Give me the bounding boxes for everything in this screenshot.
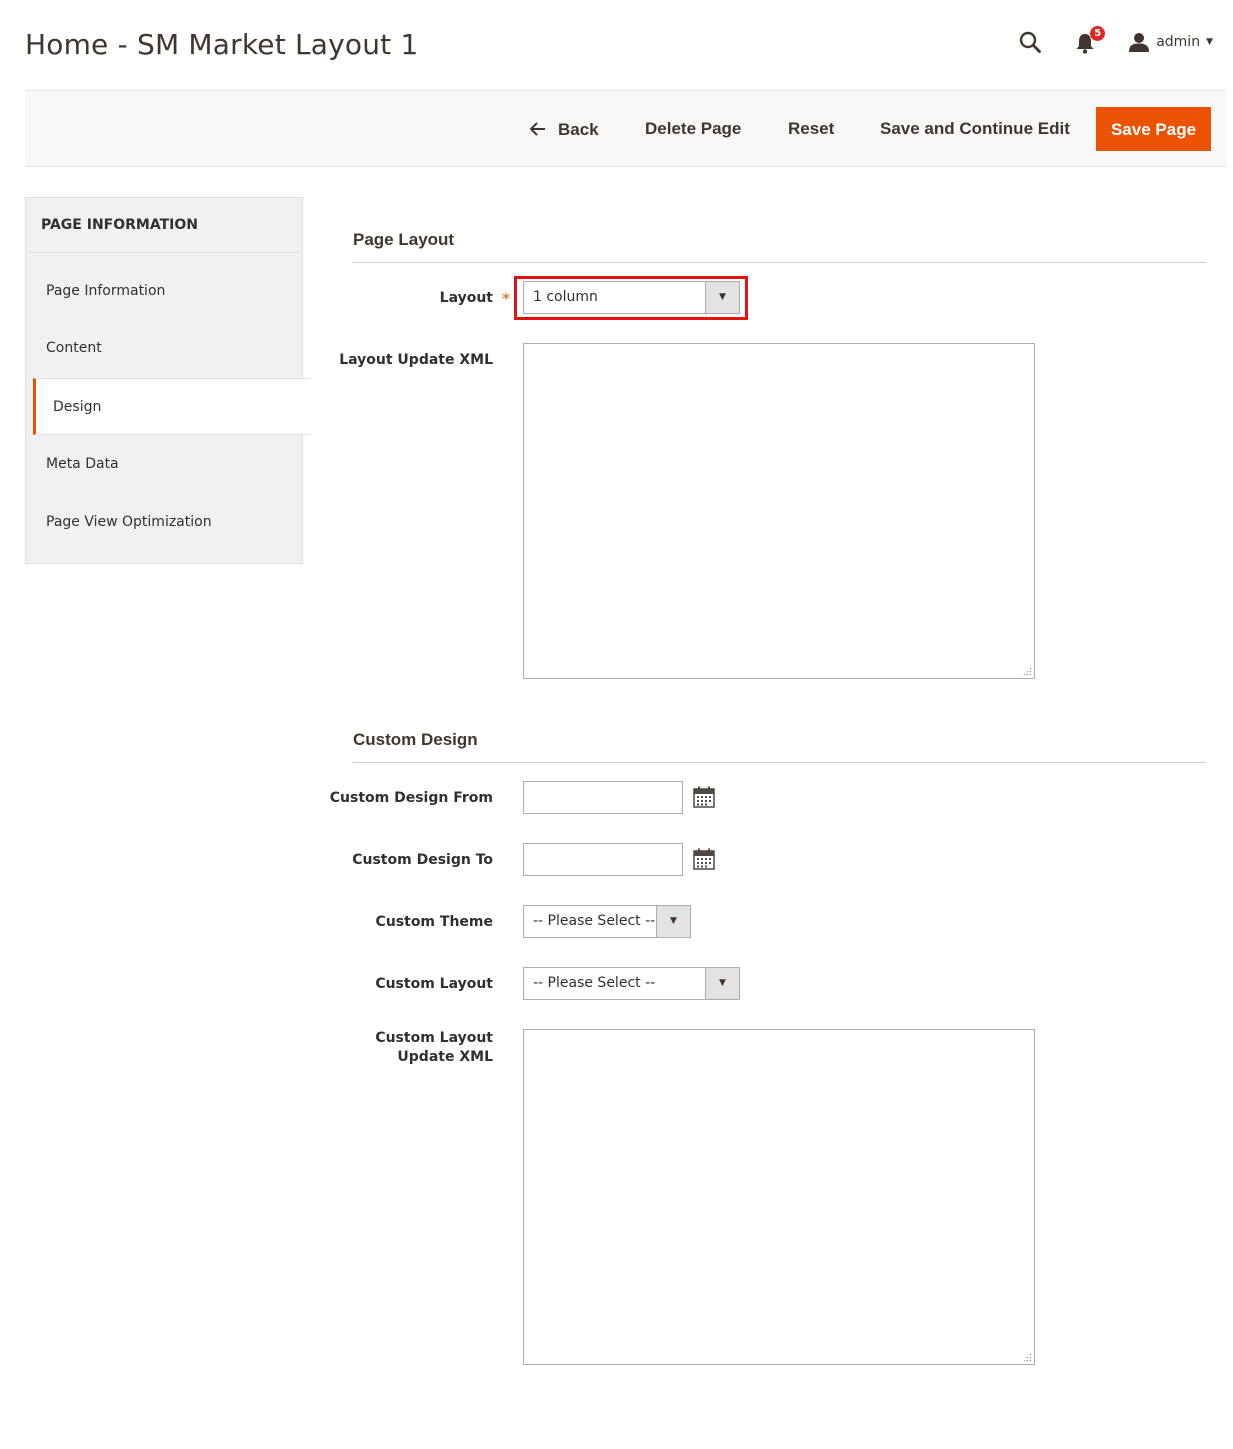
sidebar-item-page-view-optimization[interactable]: Page View Optimization [26,494,302,551]
required-asterisk: * [502,289,510,308]
section-divider [353,262,1206,263]
sidebar-item-page-information[interactable]: Page Information [26,263,302,320]
resize-grip-icon[interactable] [1023,667,1032,676]
chevron-down-icon: ▼ [705,282,739,313]
header-actions: 5 admin ▼ [1019,26,1213,56]
custom-layout-label: Custom Layout [375,976,493,992]
custom-design-to-input[interactable] [523,843,683,876]
resize-grip-icon[interactable] [1023,1353,1032,1362]
custom-design-to-label: Custom Design To [352,852,493,868]
back-button-label: Back [558,120,599,139]
custom-layout-update-xml-label-line1: Custom Layout [375,1030,493,1046]
user-name: admin [1156,34,1201,50]
section-divider [353,762,1206,763]
custom-design-from-input[interactable] [523,781,683,814]
custom-layout-select-value: -- Please Select -- [533,975,656,991]
layout-update-xml-label: Layout Update XML [339,352,493,368]
custom-layout-update-xml-label: Custom Layout Update XML [375,1029,493,1067]
sidebar-item-content[interactable]: Content [26,320,302,377]
custom-theme-select[interactable]: -- Please Select -- ▼ [523,905,691,938]
calendar-icon[interactable] [693,786,715,808]
notifications-button[interactable]: 5 [1075,26,1106,54]
reset-button[interactable]: Reset [788,107,834,151]
layout-select[interactable]: 1 column ▼ [523,281,740,314]
delete-page-button[interactable]: Delete Page [645,107,741,151]
custom-design-from-label: Custom Design From [329,790,493,806]
page-actions-toolbar: Back Delete Page Reset Save and Continue… [25,90,1226,167]
sidebar-item-design[interactable]: Design [33,378,310,435]
calendar-icon[interactable] [693,848,715,870]
custom-layout-select[interactable]: -- Please Select -- ▼ [523,967,740,1000]
page-layout-section-title[interactable]: Page Layout [353,230,454,250]
page-title: Home - SM Market Layout 1 [25,28,419,61]
custom-theme-select-value: -- Please Select -- [533,913,656,929]
sidebar-title[interactable]: PAGE INFORMATION [26,198,302,253]
layout-select-value: 1 column [533,289,598,305]
user-icon [1129,33,1150,52]
save-and-continue-button[interactable]: Save and Continue Edit [880,107,1070,151]
layout-update-xml-textarea[interactable] [523,343,1035,679]
layout-label: Layout [439,290,493,306]
custom-theme-label: Custom Theme [375,914,493,930]
user-menu[interactable]: admin ▼ [1129,32,1213,52]
custom-layout-update-xml-label-line2: Update XML [397,1049,493,1065]
notification-count-badge: 5 [1090,26,1106,41]
chevron-down-icon: ▼ [656,906,690,937]
chevron-down-icon: ▼ [705,968,739,999]
sidebar-item-meta-data[interactable]: Meta Data [26,436,302,493]
custom-layout-update-xml-textarea[interactable] [523,1029,1035,1365]
custom-design-section-title[interactable]: Custom Design [353,730,478,750]
save-page-button[interactable]: Save Page [1096,107,1211,151]
caret-down-icon: ▼ [1206,37,1213,47]
search-icon[interactable] [1019,31,1042,53]
arrow-left-icon [529,107,546,151]
back-button[interactable]: Back [529,107,599,151]
sidebar: PAGE INFORMATION Page Information Conten… [25,197,310,564]
